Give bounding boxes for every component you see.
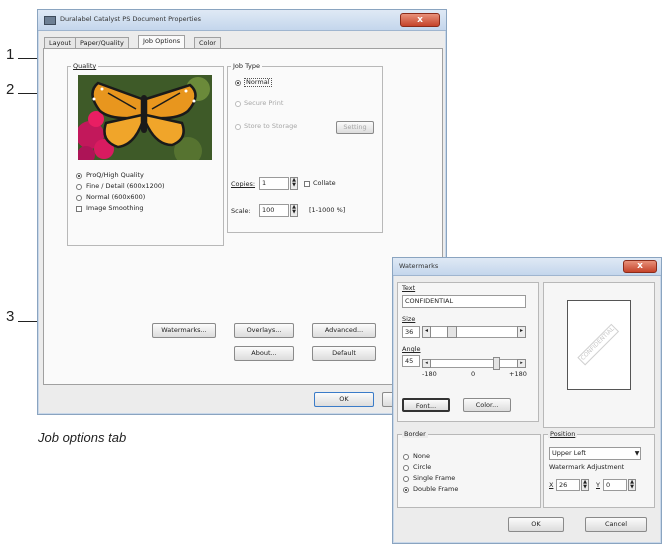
default-button[interactable]: Default — [312, 346, 376, 361]
quality-option-fine-label[interactable]: Fine / Detail (600x1200) — [86, 182, 165, 190]
callout-2: 2 — [6, 81, 15, 98]
quality-option-proq-label[interactable]: ProQ/High Quality — [86, 171, 144, 179]
quality-option-normal-radio[interactable] — [76, 195, 82, 201]
color-button[interactable]: Color... — [463, 398, 511, 412]
x-adjust-spinner[interactable]: ▲ ▼ — [581, 479, 589, 491]
angle-slider-left-arrow[interactable]: ◂ — [422, 359, 431, 368]
job-type-store-radio[interactable] — [235, 124, 241, 130]
scale-label: Scale: — [231, 207, 251, 215]
size-slider-track[interactable] — [422, 326, 526, 338]
angle-label: Angle — [402, 345, 421, 353]
angle-tick-min: -180 — [422, 370, 437, 378]
image-smoothing-checkbox[interactable] — [76, 206, 82, 212]
border-single-frame-radio[interactable] — [403, 476, 409, 482]
size-input[interactable]: 36 — [402, 326, 420, 338]
watermark-title-bar[interactable]: Watermarks x — [393, 258, 661, 276]
advanced-button[interactable]: Advanced... — [312, 323, 376, 338]
size-slider-right-arrow[interactable]: ▸ — [517, 326, 526, 338]
watermark-title: Watermarks — [399, 262, 439, 270]
angle-tick-zero: 0 — [471, 370, 476, 378]
border-circle-label[interactable]: Circle — [413, 463, 431, 471]
document-properties-dialog: Duralabel Catalyst PS Document Propertie… — [37, 9, 447, 415]
image-smoothing-label[interactable]: Image Smoothing — [86, 204, 144, 212]
border-double-frame-radio[interactable] — [403, 487, 409, 493]
border-double-frame-label[interactable]: Double Frame — [413, 485, 458, 493]
border-single-frame-label[interactable]: Single Frame — [413, 474, 455, 482]
border-group-label: Border — [402, 430, 428, 439]
watermark-text-input[interactable]: CONFIDENTIAL — [402, 295, 526, 308]
collate-checkbox[interactable] — [304, 181, 310, 187]
scale-input[interactable]: 100 — [259, 204, 289, 217]
main-close-button[interactable]: x — [400, 13, 440, 27]
watermark-ok-button[interactable]: OK — [508, 517, 564, 532]
job-type-normal-radio[interactable] — [235, 80, 241, 86]
job-type-secure-label[interactable]: Secure Print — [244, 99, 283, 107]
text-label: Text — [402, 284, 416, 292]
job-options-panel: Quality ProQ/High Quality Fine / Detail … — [43, 48, 443, 385]
quality-preview-image — [78, 75, 212, 160]
main-title: Duralabel Catalyst PS Document Propertie… — [60, 15, 201, 23]
angle-input[interactable]: 45 — [402, 355, 420, 367]
watermark-preview-text: CONFIDENTIAL — [577, 323, 620, 366]
border-circle-radio[interactable] — [403, 465, 409, 471]
job-type-normal-label[interactable]: Normal — [244, 78, 272, 88]
callout-1: 1 — [6, 46, 15, 63]
position-group-label: Position — [548, 430, 578, 439]
tab-paper-quality[interactable]: Paper/Quality — [75, 37, 129, 48]
x-adjust-label: X — [549, 481, 554, 489]
collate-label[interactable]: Collate — [313, 179, 336, 187]
scale-spinner[interactable]: ▲ ▼ — [290, 204, 298, 217]
size-slider-left-arrow[interactable]: ◂ — [422, 326, 431, 338]
job-type-store-label[interactable]: Store to Storage — [244, 122, 297, 130]
watermarks-button[interactable]: Watermarks... — [152, 323, 216, 338]
callout-3: 3 — [6, 308, 15, 325]
angle-slider-thumb[interactable] — [493, 357, 500, 370]
printer-icon — [44, 16, 56, 25]
watermarks-dialog: Watermarks x Text CONFIDENTIAL Size 36 ◂… — [392, 257, 662, 544]
copies-label: Copies: — [231, 180, 256, 188]
quality-option-normal-label[interactable]: Normal (600x600) — [86, 193, 145, 201]
main-ok-button[interactable]: OK — [314, 392, 374, 407]
overlays-button[interactable]: Overlays... — [234, 323, 294, 338]
job-type-secure-radio[interactable] — [235, 101, 241, 107]
figure-caption: Job options tab — [38, 430, 127, 445]
position-select[interactable]: Upper Left — [549, 447, 641, 460]
border-none-label[interactable]: None — [413, 452, 430, 460]
quality-option-proq-radio[interactable] — [76, 173, 82, 179]
copies-input[interactable]: 1 — [259, 177, 289, 190]
y-adjust-label: Y — [596, 481, 600, 489]
chevron-down-icon[interactable]: ▼ — [633, 448, 641, 459]
x-adjust-input[interactable]: 26 — [556, 479, 580, 491]
size-label: Size — [402, 315, 416, 323]
angle-slider-right-arrow[interactable]: ▸ — [517, 359, 526, 368]
tab-color[interactable]: Color — [194, 37, 221, 48]
watermark-close-button[interactable]: x — [623, 260, 657, 273]
y-adjust-spinner[interactable]: ▲ ▼ — [628, 479, 636, 491]
butterfly-icon — [78, 75, 212, 160]
y-adjust-input[interactable]: 0 — [603, 479, 627, 491]
border-none-radio[interactable] — [403, 454, 409, 460]
scale-range-label: [1-1000 %] — [309, 206, 346, 214]
watermark-preview-page: CONFIDENTIAL — [567, 300, 631, 390]
quality-group-label: Quality — [71, 62, 99, 70]
copies-spinner[interactable]: ▲ ▼ — [290, 177, 298, 190]
angle-slider-track[interactable] — [422, 359, 526, 368]
watermark-cancel-button[interactable]: Cancel — [585, 517, 647, 532]
size-slider-thumb[interactable] — [447, 326, 457, 338]
watermark-adjust-label: Watermark Adjustment — [549, 463, 625, 471]
job-type-group-label: Job Type — [231, 62, 263, 70]
job-type-setting-button[interactable]: Setting — [336, 121, 374, 134]
quality-option-fine-radio[interactable] — [76, 184, 82, 190]
about-button[interactable]: About... — [234, 346, 294, 361]
angle-tick-max: +180 — [509, 370, 527, 378]
font-button[interactable]: Font... — [402, 398, 450, 412]
tab-layout[interactable]: Layout — [44, 37, 77, 48]
main-title-bar[interactable]: Duralabel Catalyst PS Document Propertie… — [38, 10, 446, 31]
